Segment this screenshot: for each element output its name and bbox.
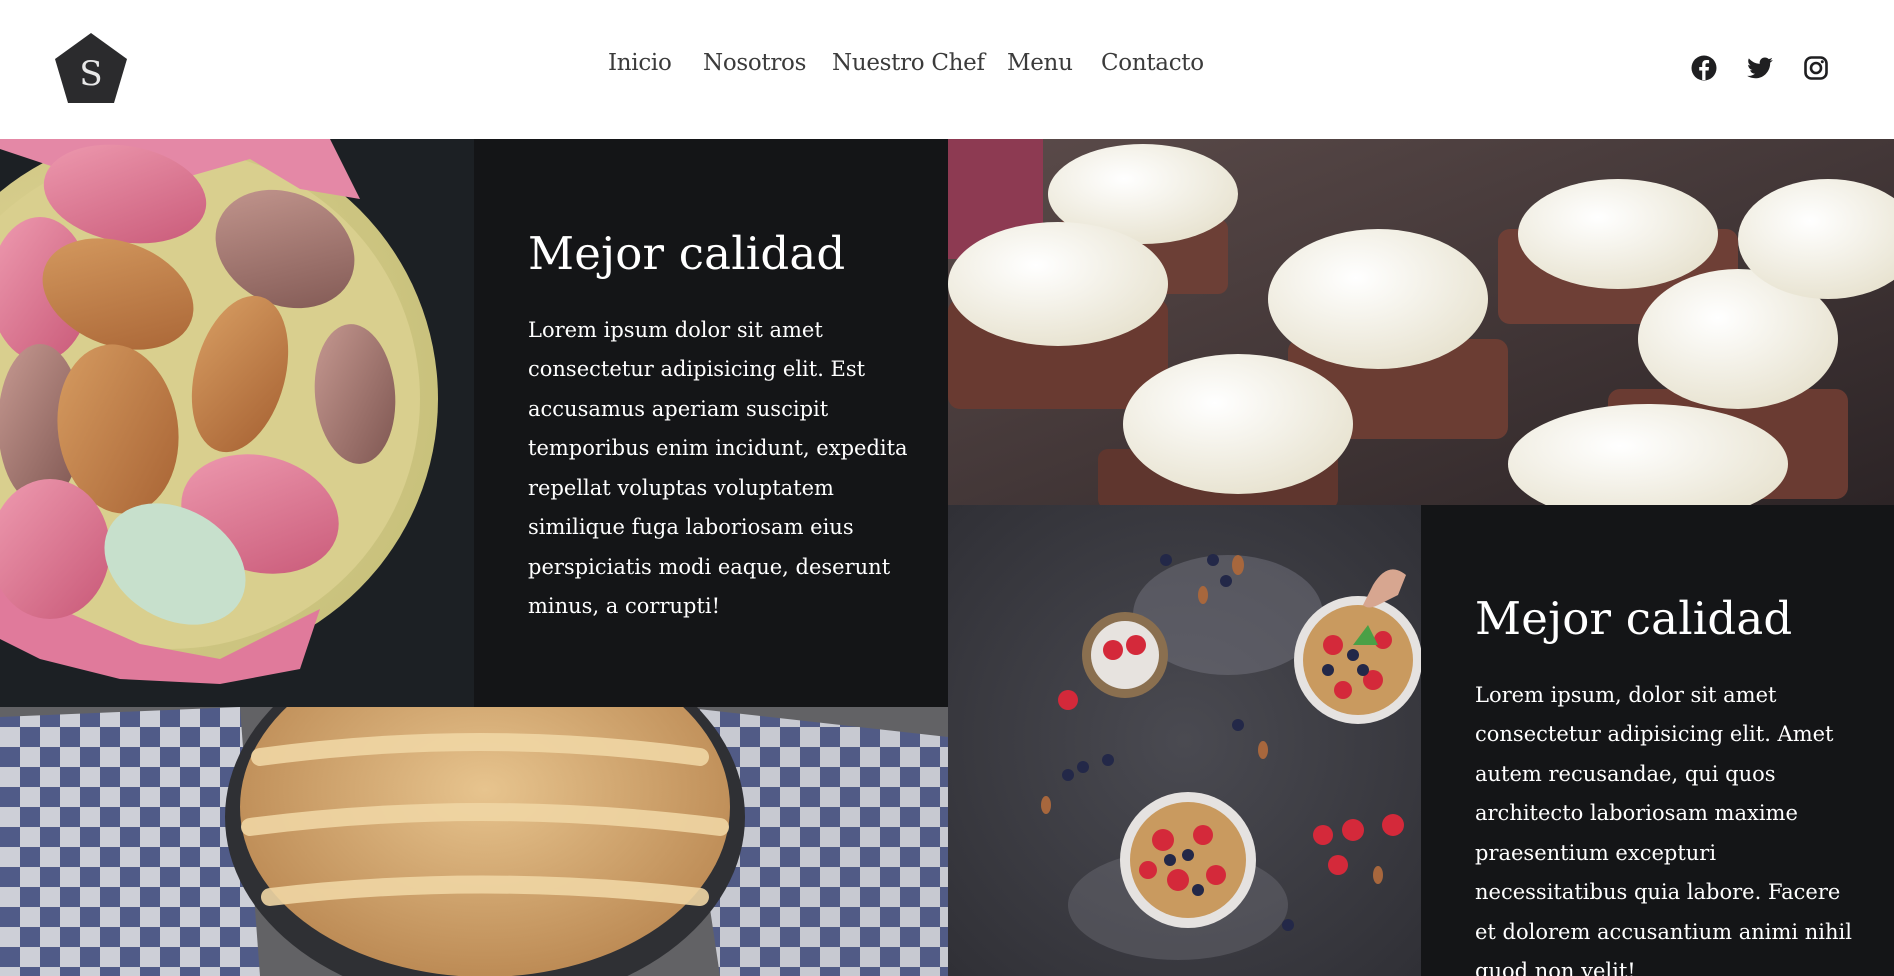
nav-inicio[interactable]: Inicio: [608, 50, 672, 76]
section-body-2: Lorem ipsum, dolor sit amet consectetur …: [1475, 682, 1852, 976]
nav-nuestro-chef[interactable]: Nuestro Chef: [832, 50, 985, 76]
instagram-icon[interactable]: [1802, 54, 1832, 84]
macarons-photo: [0, 139, 474, 707]
section-title-2: Mejor calidad: [1475, 592, 1793, 645]
site-header: S Inicio Nosotros Nuestro Chef Menu Cont…: [0, 0, 1894, 139]
berry-bowls-photo: [948, 505, 1421, 976]
section-title-1: Mejor calidad: [528, 227, 846, 280]
cupcakes-photo: [948, 139, 1894, 505]
facebook-icon[interactable]: [1690, 54, 1720, 84]
quality-section-1: Mejor calidad Lorem ipsum dolor sit amet…: [474, 139, 948, 707]
nav-nosotros[interactable]: Nosotros: [703, 50, 806, 76]
nav-contacto[interactable]: Contacto: [1101, 50, 1204, 76]
section-body-1: Lorem ipsum dolor sit amet consectetur a…: [528, 317, 908, 619]
main-nav: Inicio Nosotros Nuestro Chef Menu Contac…: [0, 50, 1894, 90]
apple-pie-photo: [0, 707, 948, 976]
twitter-icon[interactable]: [1746, 54, 1776, 84]
nav-menu[interactable]: Menu: [1007, 50, 1073, 76]
quality-section-2: Mejor calidad Lorem ipsum, dolor sit ame…: [1421, 505, 1894, 976]
